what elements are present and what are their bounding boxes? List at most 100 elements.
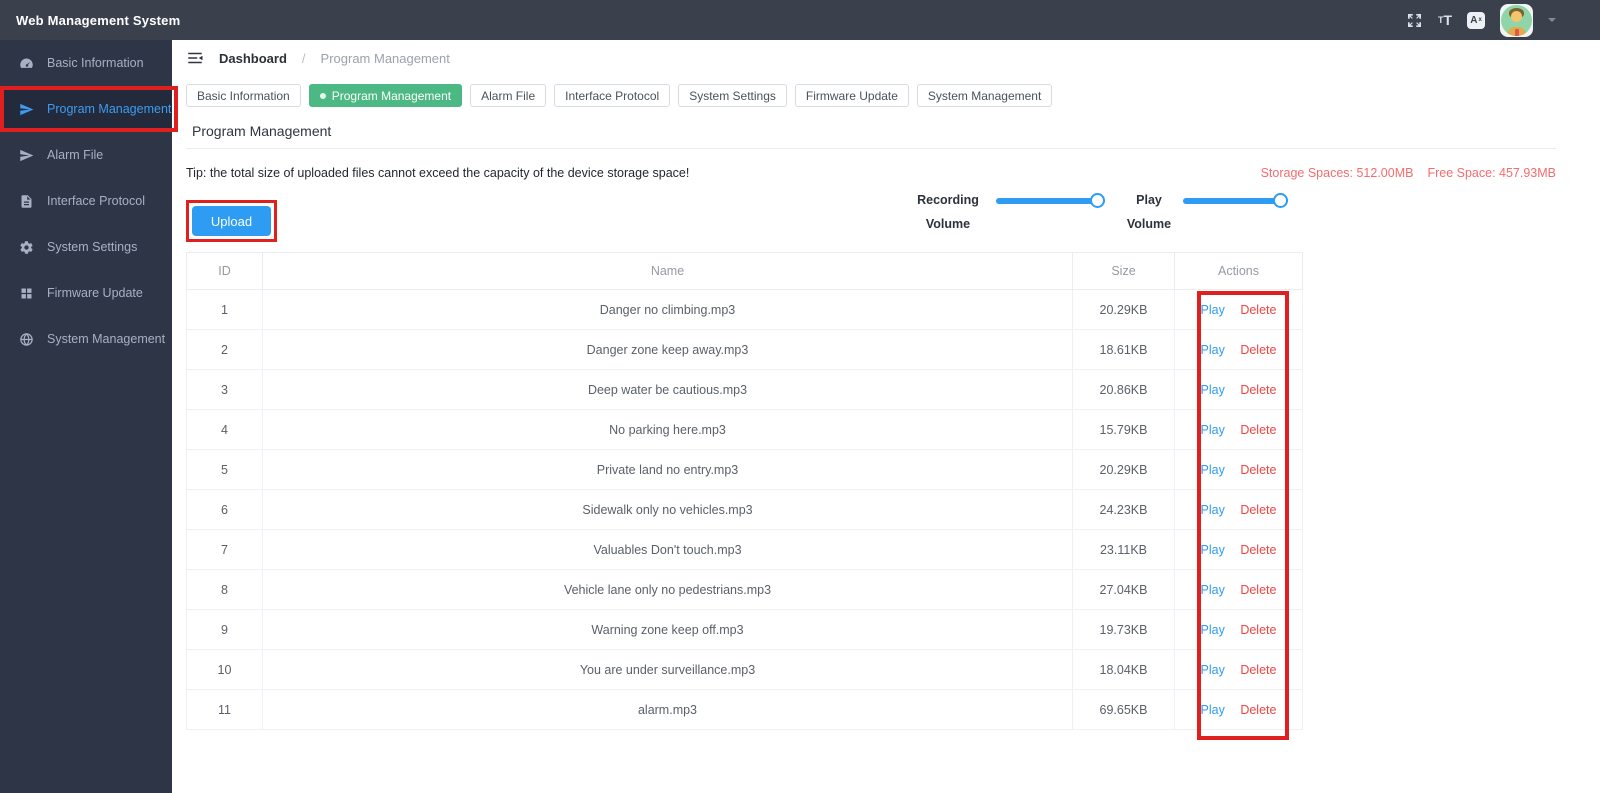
cell-actions: Play Delete xyxy=(1174,289,1303,330)
recording-volume-slider[interactable] xyxy=(996,193,1105,209)
cell-name: Deep water be cautious.mp3 xyxy=(262,369,1073,410)
sidebar-item-program-management[interactable]: Program Management xyxy=(0,86,178,132)
tab-alarm-file[interactable]: Alarm File xyxy=(470,84,547,107)
cell-size: 15.79KB xyxy=(1072,409,1175,450)
tab-label: System Management xyxy=(927,88,1042,103)
cell-size: 27.04KB xyxy=(1072,569,1175,610)
sidebar-item-label: Program Management xyxy=(47,102,172,116)
play-link[interactable]: Play xyxy=(1201,423,1225,437)
cell-id: 7 xyxy=(186,529,263,570)
delete-link[interactable]: Delete xyxy=(1240,703,1276,717)
sidebar-item-label: Firmware Update xyxy=(47,286,143,300)
table-row: 5 Private land no entry.mp3 20.29KB Play… xyxy=(186,449,1303,490)
menu-fold-icon[interactable] xyxy=(186,49,204,67)
play-link[interactable]: Play xyxy=(1201,303,1225,317)
delete-link[interactable]: Delete xyxy=(1240,303,1276,317)
cell-name: You are under surveillance.mp3 xyxy=(262,649,1073,690)
cell-size: 24.23KB xyxy=(1072,489,1175,530)
translate-icon[interactable]: Ax xyxy=(1467,11,1485,29)
delete-link[interactable]: Delete xyxy=(1240,463,1276,477)
cell-name: Private land no entry.mp3 xyxy=(262,449,1073,490)
tab-system-settings[interactable]: System Settings xyxy=(678,84,787,107)
avatar-image xyxy=(1501,4,1532,36)
slider-handle[interactable] xyxy=(1090,193,1105,208)
delete-link[interactable]: Delete xyxy=(1240,383,1276,397)
play-link[interactable]: Play xyxy=(1201,383,1225,397)
play-link[interactable]: Play xyxy=(1201,463,1225,477)
delete-link[interactable]: Delete xyxy=(1240,583,1276,597)
slider-handle[interactable] xyxy=(1273,193,1288,208)
avatar[interactable] xyxy=(1500,3,1533,37)
cell-name: Sidewalk only no vehicles.mp3 xyxy=(262,489,1073,530)
table-row: 7 Valuables Don't touch.mp3 23.11KB Play… xyxy=(186,529,1303,570)
play-link[interactable]: Play xyxy=(1201,503,1225,517)
delete-link[interactable]: Delete xyxy=(1240,423,1276,437)
play-link[interactable]: Play xyxy=(1201,623,1225,637)
delete-link[interactable]: Delete xyxy=(1240,343,1276,357)
cell-actions: Play Delete xyxy=(1174,689,1303,730)
gauge-icon xyxy=(19,56,34,71)
delete-link[interactable]: Delete xyxy=(1240,543,1276,557)
cell-id: 4 xyxy=(186,409,263,450)
fullscreen-icon[interactable] xyxy=(1406,12,1423,29)
table-row: 2 Danger zone keep away.mp3 18.61KB Play… xyxy=(186,329,1303,370)
play-volume-slider[interactable] xyxy=(1183,193,1288,209)
cell-id: 2 xyxy=(186,329,263,370)
sidebar-item-alarm-file[interactable]: Alarm File xyxy=(0,132,172,178)
tab-program-management[interactable]: Program Management xyxy=(308,84,463,107)
caret-down-icon[interactable] xyxy=(1548,18,1556,26)
play-link[interactable]: Play xyxy=(1201,543,1225,557)
tip-text: Tip: the total size of uploaded files ca… xyxy=(186,166,690,180)
tab-firmware-update[interactable]: Firmware Update xyxy=(794,84,909,107)
tab-label: Firmware Update xyxy=(805,88,898,103)
tab-basic-information[interactable]: Basic Information xyxy=(186,84,301,107)
table-header-row: ID Name Size Actions xyxy=(186,252,1303,290)
cell-actions: Play Delete xyxy=(1174,329,1303,370)
cell-actions: Play Delete xyxy=(1174,569,1303,610)
sidebar-item-label: Basic Information xyxy=(47,56,144,70)
delete-link[interactable]: Delete xyxy=(1240,623,1276,637)
tab-system-management[interactable]: System Management xyxy=(916,84,1053,107)
header-actions: Actions xyxy=(1174,252,1303,290)
tab-label: System Settings xyxy=(689,88,776,103)
cell-name: Danger no climbing.mp3 xyxy=(262,289,1073,330)
cell-id: 3 xyxy=(186,369,263,410)
sidebar-item-system-management[interactable]: System Management xyxy=(0,316,172,362)
breadcrumb-dashboard[interactable]: Dashboard xyxy=(219,51,287,66)
grid-icon xyxy=(19,286,34,301)
app-title: Web Management System xyxy=(16,12,181,28)
recording-volume-label: Recording Volume xyxy=(917,193,979,231)
free-space: Free Space: 457.93MB xyxy=(1427,166,1556,180)
cell-actions: Play Delete xyxy=(1174,409,1303,450)
sidebar-item-interface-protocol[interactable]: Interface Protocol xyxy=(0,178,172,224)
tab-label: Alarm File xyxy=(481,88,536,103)
tab-interface-protocol[interactable]: Interface Protocol xyxy=(554,84,671,107)
tab-label: Program Management xyxy=(331,88,452,103)
sidebar-item-system-settings[interactable]: System Settings xyxy=(0,224,172,270)
upload-button[interactable]: Upload xyxy=(192,206,271,236)
storage-spaces: Storage Spaces: 512.00MB xyxy=(1260,166,1414,180)
header-size: Size xyxy=(1072,252,1175,290)
cell-id: 8 xyxy=(186,569,263,610)
play-link[interactable]: Play xyxy=(1201,343,1225,357)
play-link[interactable]: Play xyxy=(1201,663,1225,677)
cell-size: 20.29KB xyxy=(1072,449,1175,490)
play-link[interactable]: Play xyxy=(1201,703,1225,717)
cell-id: 6 xyxy=(186,489,263,530)
globe-icon xyxy=(19,332,34,347)
font-size-icon[interactable]: TT xyxy=(1438,13,1452,27)
delete-link[interactable]: Delete xyxy=(1240,503,1276,517)
play-link[interactable]: Play xyxy=(1201,583,1225,597)
cell-actions: Play Delete xyxy=(1174,649,1303,690)
cell-name: No parking here.mp3 xyxy=(262,409,1073,450)
cell-size: 69.65KB xyxy=(1072,689,1175,730)
cell-id: 11 xyxy=(186,689,263,730)
table-row: 4 No parking here.mp3 15.79KB Play Delet… xyxy=(186,409,1303,450)
delete-link[interactable]: Delete xyxy=(1240,663,1276,677)
web-management-system: Web Management System TT Ax Basic Inform… xyxy=(0,0,1600,793)
sidebar-item-firmware-update[interactable]: Firmware Update xyxy=(0,270,172,316)
paper-plane-icon xyxy=(19,102,34,117)
sidebar-item-basic-information[interactable]: Basic Information xyxy=(0,40,172,86)
header-name: Name xyxy=(262,252,1073,290)
cell-id: 5 xyxy=(186,449,263,490)
